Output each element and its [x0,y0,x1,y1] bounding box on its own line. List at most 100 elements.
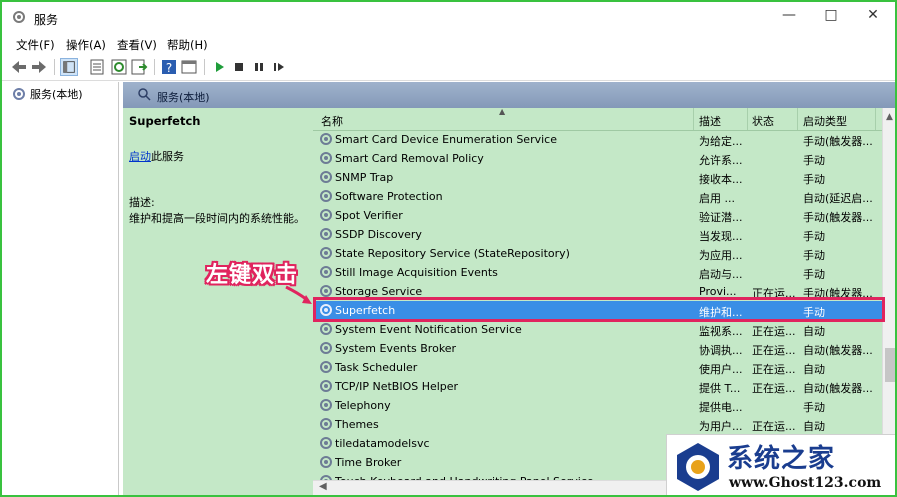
table-row[interactable]: Themes 为用户... 正在运... 自动 [313,415,883,434]
table-row[interactable]: TCP/IP NetBIOS Helper 提供 T... 正在运... 自动(触发器… [313,377,883,396]
column-header-name[interactable]: 名称 [321,113,343,129]
console-tree: 服务(本地) [4,82,119,495]
service-name-cell: Themes [335,418,379,431]
export-list-icon[interactable] [130,58,148,76]
pause-service-icon[interactable] [250,58,268,76]
service-name-cell: System Events Broker [335,342,457,355]
watermark: 系统之家 www.Ghost123.com [666,434,895,495]
service-gear-icon [320,247,332,259]
service-desc-cell: 协调执... [699,344,743,357]
column-divider[interactable] [875,108,876,130]
stop-service-icon[interactable] [230,58,248,76]
column-header-desc[interactable]: 描述 [699,113,721,129]
services-gear-icon [13,11,25,23]
service-name-cell: Software Protection [335,190,443,203]
service-gear-icon [320,209,332,221]
refresh-icon[interactable] [110,58,128,76]
scroll-left-icon[interactable]: ◀ [319,481,327,492]
table-row[interactable]: Software Protection 启用 ... 自动(延迟启... [313,187,883,206]
service-name-cell: Smart Card Removal Policy [335,152,484,165]
pane-header: 服务(本地) [123,82,895,108]
column-header-start-type[interactable]: 启动类型 [803,113,847,129]
service-name-cell: SNMP Trap [335,171,394,184]
menu-file[interactable]: 文件(F) [16,37,55,53]
table-row[interactable]: Storage Service Provi... 正在运... 手动(触发器... [313,282,883,301]
service-start-type-cell: 手动 [803,401,825,414]
service-name-cell: Still Image Acquisition Events [335,266,498,279]
table-row[interactable]: System Events Broker 协调执... 正在运... 自动(触发器..… [313,339,883,358]
service-desc-cell: 启用 ... [699,192,735,205]
back-arrow-icon[interactable] [10,58,28,76]
column-header-status[interactable]: 状态 [752,113,774,129]
service-gear-icon [320,361,332,373]
table-row[interactable]: Smart Card Device Enumeration Service 为给定… [313,130,883,149]
service-desc-cell: 验证潜... [699,211,743,224]
menu-action[interactable]: 操作(A) [66,37,106,53]
table-row[interactable]: System Event Notification Service 监视系... 正… [313,320,883,339]
table-row[interactable]: Superfetch 维护和... 手动 [313,301,883,320]
table-row[interactable]: Telephony 提供电... 手动 [313,396,883,415]
maximize-button[interactable]: □ [811,4,851,28]
watermark-logo-icon [677,443,719,491]
column-divider[interactable] [747,108,748,130]
table-row[interactable]: SNMP Trap 接收本... 手动 [313,168,883,187]
service-desc-cell: 提供 T... [699,382,741,395]
tree-item-services-local[interactable]: 服务(本地) [12,86,83,102]
svg-text:?: ? [166,61,172,75]
column-divider[interactable] [797,108,798,130]
menu-view[interactable]: 查看(V) [117,37,157,53]
close-button[interactable]: ✕ [853,4,893,28]
toolbar-separator [204,59,205,75]
title-bar: 服务 — □ ✕ [2,2,895,32]
service-name-cell: Superfetch [335,304,396,317]
toolbar: ? [2,54,895,81]
start-service-icon[interactable] [210,58,228,76]
table-row[interactable]: Spot Verifier 验证潜... 手动(触发器... [313,206,883,225]
service-gear-icon [320,456,332,468]
table-row[interactable]: SSDP Discovery 当发现... 手动 [313,225,883,244]
service-gear-icon [320,380,332,392]
show-console-icon[interactable] [180,58,198,76]
help-icon[interactable]: ? [160,58,178,76]
table-row[interactable]: Smart Card Removal Policy 允许系... 手动 [313,149,883,168]
service-start-type-cell: 手动 [803,173,825,186]
service-gear-icon [320,266,332,278]
start-service-link-row: 启动此服务 [129,148,184,164]
service-start-type-cell: 手动 [803,230,825,243]
restart-service-icon[interactable] [270,58,288,76]
service-gear-icon [320,304,332,316]
scrollbar-thumb[interactable] [885,348,895,382]
service-start-type-cell: 自动(延迟启... [803,192,873,205]
service-desc-cell: 为给定... [699,135,743,148]
sort-ascending-icon: ▲ [499,108,506,116]
services-gear-icon [13,88,25,100]
forward-arrow-icon[interactable] [30,58,48,76]
service-name-cell: Task Scheduler [335,361,418,374]
service-gear-icon [320,171,332,183]
column-divider[interactable] [693,108,694,130]
service-status-cell: 正在运... [752,363,796,376]
service-status-cell: 正在运... [752,344,796,357]
service-name-cell: Spot Verifier [335,209,403,222]
service-status-cell: 正在运... [752,287,796,300]
description-label: 描述: [129,196,155,209]
column-headers: ▲ 名称 描述 状态 启动类型 [313,108,883,131]
services-window: 服务 — □ ✕ 文件(F) 操作(A) 查看(V) 帮助(H) ? 服务(本地… [0,0,897,497]
properties-icon[interactable] [88,58,106,76]
service-name-cell: Smart Card Device Enumeration Service [335,133,557,146]
service-start-type-cell: 手动 [803,268,825,281]
start-service-link[interactable]: 启动 [129,150,151,163]
table-row[interactable]: Task Scheduler 使用户... 正在运... 自动 [313,358,883,377]
table-row[interactable]: State Repository Service (StateRepositor… [313,244,883,263]
minimize-button[interactable]: — [769,4,809,28]
service-gear-icon [320,285,332,297]
service-gear-icon [320,399,332,411]
console-tree-icon[interactable] [60,58,78,76]
scroll-up-icon[interactable]: ▲ [886,112,893,122]
service-gear-icon [320,323,332,335]
toolbar-separator [54,59,55,75]
window-title: 服务 [34,13,59,27]
service-start-type-cell: 自动(触发器... [803,344,873,357]
menu-help[interactable]: 帮助(H) [167,37,208,53]
table-row[interactable]: Still Image Acquisition Events 启动与... 手动 [313,263,883,282]
